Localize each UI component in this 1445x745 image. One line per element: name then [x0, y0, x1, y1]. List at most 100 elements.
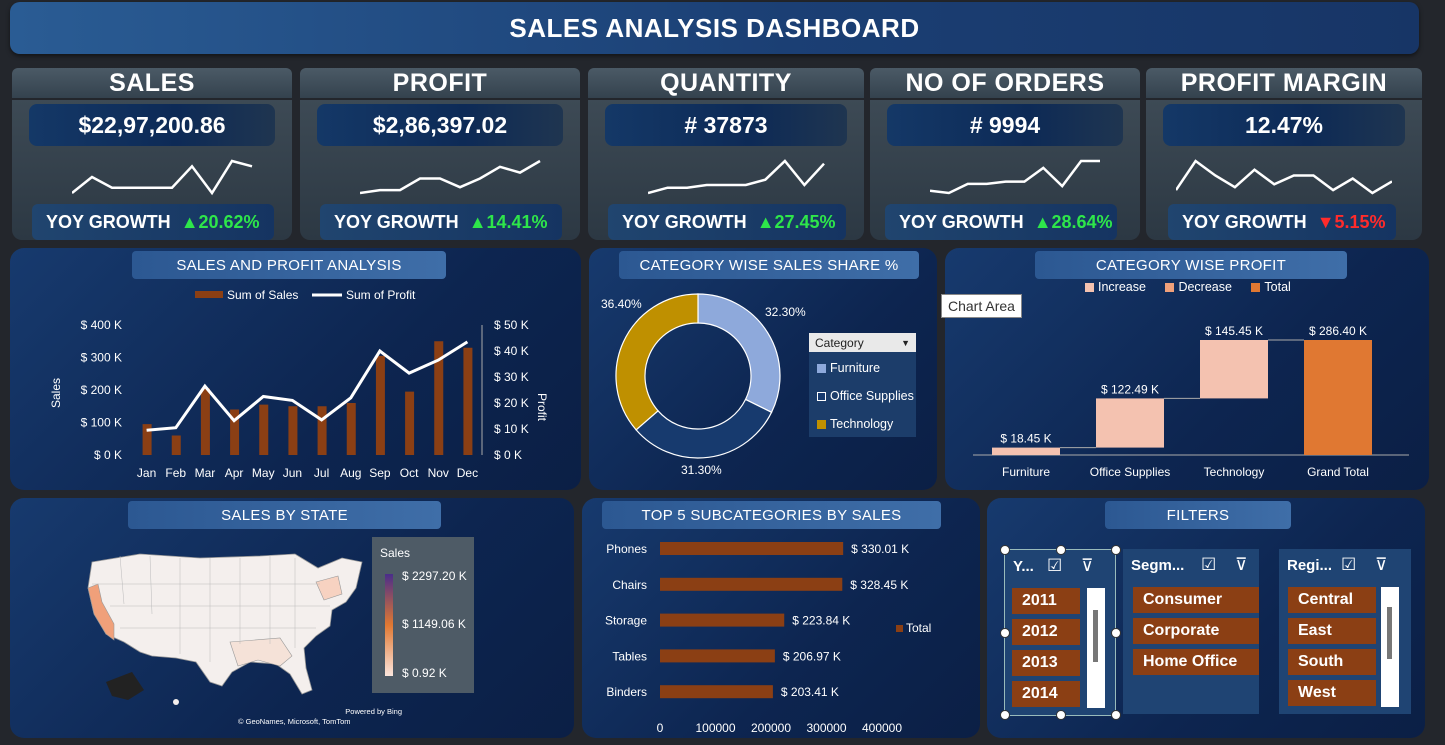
segment-item-corporate[interactable]: Corporate	[1133, 618, 1259, 644]
donut-label: 31.30%	[681, 463, 722, 477]
category-legend[interactable]: Category ▼ Furniture Office Supplies Tec…	[809, 333, 916, 437]
subcategory-bar[interactable]	[660, 542, 844, 555]
yoy-value: ▼5.15%	[1316, 211, 1386, 232]
category-legend-header[interactable]: Category ▼	[809, 333, 916, 352]
legend-item-technology: Technology	[817, 417, 893, 431]
segment-item-consumer[interactable]: Consumer	[1133, 587, 1259, 613]
y-right-tick: $ 20 K	[494, 396, 529, 410]
resize-handle[interactable]	[1056, 710, 1066, 720]
y-left-tick: $ 400 K	[81, 318, 122, 332]
region-item-central[interactable]: Central	[1288, 587, 1376, 613]
kpi-label-3: NO OF ORDERS	[870, 68, 1140, 98]
segment-slicer[interactable]: Segm... ☑ ⊽ Consumer Corporate Home Offi…	[1123, 549, 1259, 714]
waterfall-bar[interactable]	[1304, 340, 1372, 455]
x-tick: Furniture	[1002, 465, 1050, 479]
segment-slicer-header: Segm...	[1131, 557, 1185, 574]
map-credit-geonames: © GeoNames, Microsoft, TomTom	[238, 717, 351, 726]
category-profit-panel[interactable]: CATEGORY WISE PROFIT Increase Decrease T…	[941, 248, 1429, 490]
kpi-sparkline-2	[648, 159, 825, 195]
x-tick: Grand Total	[1307, 465, 1369, 479]
subcategory-bar[interactable]	[660, 685, 773, 699]
sales-bar[interactable]	[405, 391, 415, 455]
category-profit-chart[interactable]: $ 18.45 K Furniture $ 122.49 K Office Suppl…	[945, 298, 1429, 488]
sales-profit-panel[interactable]: SALES AND PROFIT ANALYSIS Sum of Sales Su…	[10, 248, 581, 490]
legend-swatch	[817, 420, 826, 430]
profit-line[interactable]	[146, 340, 469, 432]
chevron-down-icon[interactable]: ▼	[901, 338, 910, 348]
sales-bar[interactable]	[346, 403, 356, 455]
resize-handle[interactable]	[1000, 628, 1010, 638]
kpi-value-0: $22,97,200.86	[29, 104, 275, 146]
resize-handle[interactable]	[1056, 545, 1066, 555]
legend-swatch-total	[896, 625, 903, 632]
state-alaska[interactable]	[106, 672, 144, 700]
us-map[interactable]	[80, 544, 380, 714]
resize-handle[interactable]	[1000, 710, 1010, 720]
region-item-south[interactable]: South	[1288, 649, 1376, 675]
x-tick: Mar	[195, 466, 216, 480]
category-share-panel[interactable]: CATEGORY WISE SALES SHARE % 32.30% 31.30%…	[589, 248, 937, 490]
yoy-value: ▲27.45%	[756, 211, 836, 232]
waterfall-bar[interactable]	[1200, 340, 1268, 399]
x-tick: 300000	[806, 721, 846, 735]
usa-states-shape[interactable]	[87, 553, 363, 695]
legend-label-decrease: Decrease	[1178, 280, 1232, 294]
y-left-tick: $ 100 K	[81, 416, 122, 430]
y-left-label: Sales	[49, 378, 63, 408]
subcategory-bar[interactable]	[660, 649, 775, 663]
year-scrollbar[interactable]	[1087, 588, 1105, 708]
waterfall-bar[interactable]	[1096, 398, 1164, 448]
sparkline-path	[648, 159, 825, 195]
sales-bar[interactable]	[288, 406, 298, 455]
top5-chart[interactable]: Phones $ 330.01 K Chairs $ 328.45 K Storage $…	[582, 528, 980, 738]
year-slicer[interactable]: Y... ☑ ⊽ 2011 2012 2013 2014	[1000, 545, 1121, 720]
sales-bar[interactable]	[259, 404, 269, 455]
multi-select-icon[interactable]: ☑	[1201, 555, 1216, 575]
kpi-yoy-1: YOY GROWTH ▲14.41%	[320, 204, 562, 240]
donut-slice-technology[interactable]	[615, 293, 699, 431]
year-item-2013[interactable]: 2013	[1012, 650, 1080, 676]
resize-handle[interactable]	[1111, 545, 1121, 555]
top5-panel[interactable]: TOP 5 SUBCATEGORIES BY SALES Phones $ 330…	[582, 498, 980, 738]
legend-label-profit: Sum of Profit	[346, 288, 416, 302]
subcategory-bar[interactable]	[660, 613, 785, 627]
sales-bar[interactable]	[200, 388, 210, 455]
sales-bar[interactable]	[375, 355, 385, 455]
region-scrollbar[interactable]	[1381, 587, 1399, 707]
legend-label-total: Total	[906, 621, 931, 635]
clear-filter-icon[interactable]: ⊽	[1235, 555, 1247, 575]
sales-bar[interactable]	[317, 406, 327, 455]
clear-filter-icon[interactable]: ⊽	[1375, 555, 1387, 575]
map-legend-gradient	[385, 574, 393, 676]
x-tick: May	[252, 466, 275, 480]
sales-profit-chart[interactable]: Sum of Sales Sum of Profit $ 0 K $ 100 K $ 2…	[10, 278, 581, 488]
region-item-west[interactable]: West	[1288, 680, 1376, 706]
yoy-label: YOY GROWTH	[899, 211, 1024, 232]
yoy-value: ▲20.62%	[180, 211, 260, 232]
kpi-sparkline-1	[360, 159, 541, 195]
resize-handle[interactable]	[1111, 710, 1121, 720]
multi-select-icon[interactable]: ☑	[1047, 556, 1062, 576]
legend-label-increase: Increase	[1098, 280, 1146, 294]
subcategory-bar[interactable]	[660, 577, 843, 591]
region-item-east[interactable]: East	[1288, 618, 1376, 644]
sales-bar[interactable]	[463, 347, 473, 455]
clear-filter-icon[interactable]: ⊽	[1081, 556, 1093, 576]
multi-select-icon[interactable]: ☑	[1341, 555, 1356, 575]
year-item-2014[interactable]: 2014	[1012, 681, 1080, 707]
sales-bar[interactable]	[171, 435, 181, 456]
sales-by-state-panel[interactable]: SALES BY STATE Powered by Bing © GeoName…	[10, 498, 574, 738]
year-item-2011[interactable]: 2011	[1012, 588, 1080, 614]
resize-handle[interactable]	[1111, 628, 1121, 638]
segment-item-home-office[interactable]: Home Office	[1133, 649, 1259, 675]
waterfall-bar[interactable]	[992, 447, 1060, 455]
kpi-label-1: PROFIT	[300, 68, 580, 98]
year-item-2012[interactable]: 2012	[1012, 619, 1080, 645]
region-scroll-thumb[interactable]	[1387, 607, 1392, 659]
region-slicer[interactable]: Regi... ☑ ⊽ Central East South West	[1279, 549, 1411, 714]
state-hawaii[interactable]	[173, 699, 179, 705]
kpi-sparkline-3	[930, 159, 1100, 195]
y-tick: Chairs	[612, 578, 647, 592]
resize-handle[interactable]	[1000, 545, 1010, 555]
year-scroll-thumb[interactable]	[1093, 610, 1098, 662]
